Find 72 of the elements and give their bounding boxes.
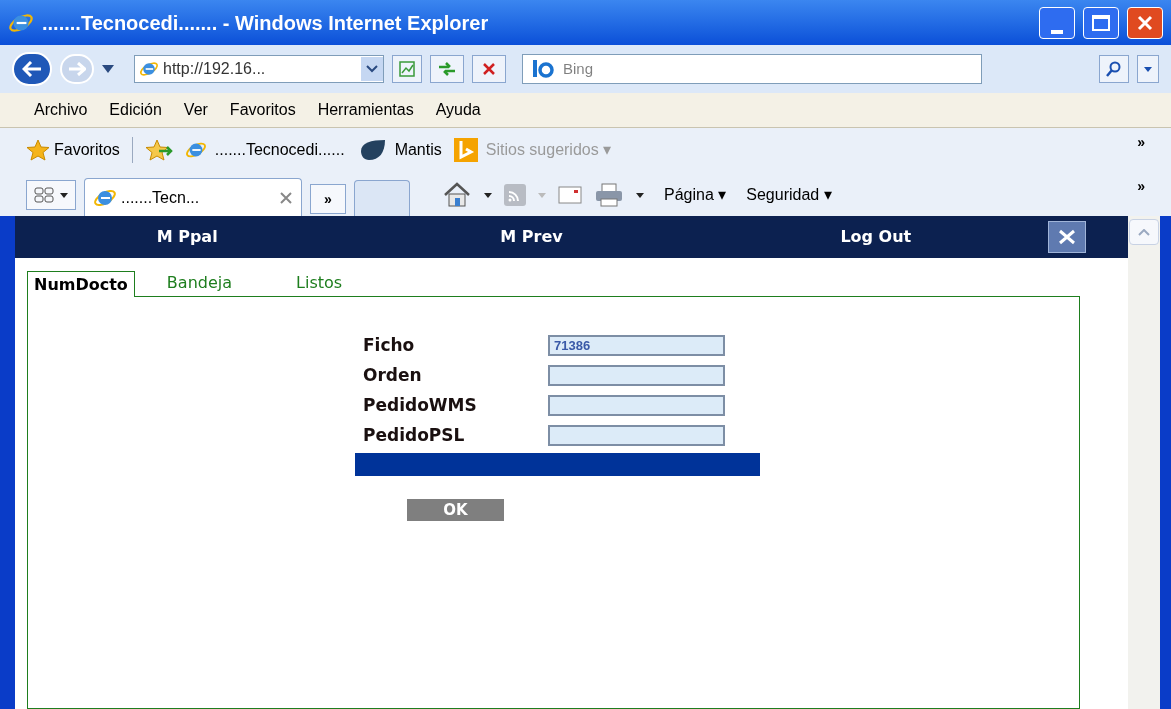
browser-tab[interactable]: .......Tecn... [84,178,302,216]
address-url: http://192.16... [163,59,267,79]
caret-icon [1144,66,1152,72]
search-input[interactable]: Bing [563,57,973,81]
caret-icon[interactable] [636,192,644,198]
caret-icon [60,192,68,198]
text-field[interactable] [548,365,725,386]
close-icon [1058,229,1076,245]
tab-overflow-button[interactable]: » [310,184,346,214]
overflow-chevron[interactable]: » [1137,132,1145,153]
page-tab[interactable]: NumDocto [27,271,135,297]
text-field[interactable]: 71386 [548,335,725,356]
bing-logo-icon [531,60,555,78]
add-favorite-icon[interactable] [144,139,173,161]
stop-button[interactable] [472,55,506,83]
home-icon[interactable] [442,182,472,208]
favorites-button[interactable]: Favoritos [26,138,120,162]
field-label: PedidoPSL [363,423,466,447]
close-button[interactable] [1048,221,1086,253]
bing-logo-icon [453,138,478,162]
field-label: Ficho [363,333,416,357]
menu-item[interactable]: Ver [183,98,208,122]
text-field[interactable] [548,395,725,416]
field-label: PedidoWMS [363,393,478,417]
page-tab[interactable]: Listos [264,270,375,296]
scroll-up-button[interactable] [1129,219,1159,245]
scrollbar[interactable] [1128,216,1160,709]
star-icon [26,139,50,161]
nav-link[interactable]: M Prev [500,225,563,249]
close-icon[interactable] [279,190,293,205]
search-icon [1106,61,1122,77]
field-label: Orden [363,363,423,387]
menu-item[interactable]: Favoritos [229,98,296,122]
favorite-link[interactable]: .......Tecnocedi...... [184,138,345,162]
caret-icon[interactable] [484,192,492,198]
close-icon [1136,13,1154,32]
refresh-arrows-icon [437,61,457,77]
search-options-button[interactable] [1137,55,1159,83]
refresh-button[interactable] [430,55,464,83]
nav-link[interactable]: Log Out [840,225,912,249]
printer-icon[interactable] [594,183,624,207]
menu-item[interactable]: Edición [109,98,162,122]
back-button[interactable] [12,52,52,86]
stop-x-icon [482,62,496,76]
menu-item[interactable]: Ayuda [435,98,481,122]
page-icon [139,59,159,79]
search-field[interactable]: Bing [522,54,982,84]
quick-tabs-button[interactable] [26,180,76,210]
compatibility-button[interactable] [392,55,422,83]
dropdown-arrow-icon[interactable] [102,65,114,73]
text-field[interactable] [548,425,725,446]
forward-arrow-icon [68,62,86,76]
maximize-button[interactable] [1083,6,1119,39]
page-tab[interactable]: Bandeja [134,270,265,296]
address-field[interactable]: http://192.16... [134,55,384,83]
menu-item[interactable]: Archivo [34,98,88,122]
window-title: .......Tecnocedi....... - Windows Internet Explorer [42,10,490,36]
favorite-link[interactable]: Mantis [356,138,442,162]
ok-button[interactable]: OK [407,499,504,521]
overflow-chevron[interactable]: » [1137,176,1145,197]
new-tab-button[interactable] [354,180,410,216]
command-menu-button[interactable]: Página ▾ [664,183,727,207]
caret-up-icon [1138,228,1150,236]
search-button[interactable] [1099,55,1129,83]
menu-item[interactable]: Herramientas [317,98,414,122]
back-arrow-icon [22,61,42,77]
command-menu-button[interactable]: Seguridad ▾ [746,183,832,207]
mail-icon[interactable] [558,186,582,204]
page-chart-icon [398,60,416,78]
grid-icon [34,187,54,203]
nav-link[interactable]: M Ppal [156,225,218,249]
minimize-button[interactable] [1039,6,1075,39]
